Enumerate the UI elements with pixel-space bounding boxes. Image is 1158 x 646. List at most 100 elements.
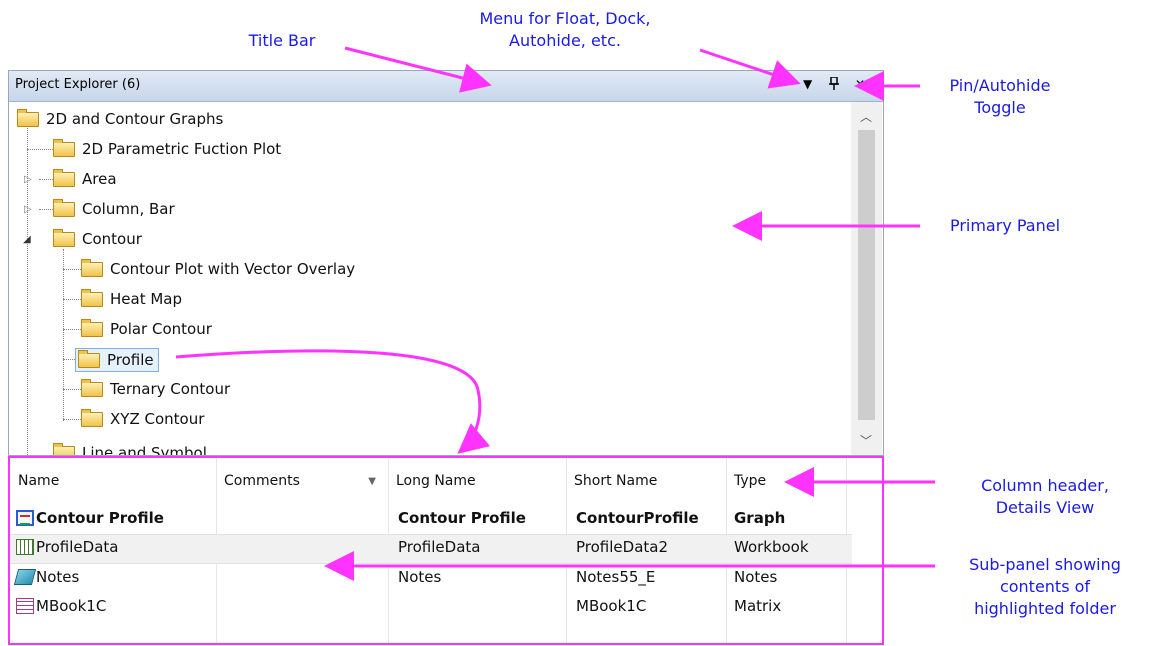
pin-annotation: Pin/Autohide Toggle <box>930 75 1070 119</box>
expand-arrow-icon[interactable]: ▷ <box>24 204 32 215</box>
tree-item-root[interactable]: 2D and Contour Graphs <box>17 106 223 132</box>
scroll-down-icon[interactable]: ﹀ <box>860 432 872 449</box>
menu-annotation: Menu for Float, Dock, Autohide, etc. <box>420 8 710 52</box>
column-header-type[interactable]: Type <box>726 458 846 504</box>
tree-item[interactable]: Column, Bar <box>53 196 175 222</box>
tree-connector-line <box>63 419 81 420</box>
tree-item-label: Polar Contour <box>110 320 212 338</box>
cell-type: Graph <box>734 509 786 527</box>
vertical-scrollbar[interactable]: ︿ ﹀ <box>851 102 882 455</box>
table-row[interactable]: Notes <box>13 568 80 586</box>
table-row[interactable]: MBook1C <box>16 597 106 615</box>
graph-icon <box>16 510 34 526</box>
tree-connector-line <box>63 249 64 421</box>
tree-item-label: 2D Parametric Fuction Plot <box>82 140 282 158</box>
details-subpanel: Name Comments ▼ Long Name Short Name Typ… <box>8 456 884 645</box>
cell-name: ProfileData <box>36 538 119 556</box>
cell-long-name: ProfileData <box>398 538 481 556</box>
notes-icon <box>13 569 37 585</box>
folder-icon <box>81 318 103 337</box>
tree-connector-line <box>63 389 81 390</box>
column-header-long-name[interactable]: Long Name <box>388 458 566 504</box>
folder-icon <box>53 198 75 217</box>
cell-type: Notes <box>734 568 778 586</box>
tree-item-label: 2D and Contour Graphs <box>46 110 224 128</box>
menu-annotation-line1: Menu for Float, Dock, <box>479 9 651 28</box>
tree-connector-line <box>39 209 53 210</box>
window-title: Project Explorer (6) <box>15 77 141 92</box>
tree-item[interactable]: Line and Symbol <box>53 440 207 455</box>
column-header-name[interactable]: Name <box>10 458 216 504</box>
tree-item-label: Contour Plot with Vector Overlay <box>110 260 356 278</box>
close-icon[interactable]: ✕ <box>855 77 865 91</box>
primary-panel-tree: 2D and Contour Graphs 2D Parametric Fuct… <box>9 102 851 455</box>
tree-connector-line <box>27 149 53 150</box>
tree-item[interactable]: Area <box>53 166 117 192</box>
tree-item-label: Contour <box>82 230 142 248</box>
dropdown-arrow-icon[interactable]: ▼ <box>368 476 376 487</box>
cell-type: Workbook <box>734 538 809 556</box>
tree-item[interactable]: Contour Plot with Vector Overlay <box>81 256 355 282</box>
scroll-up-icon[interactable]: ︿ <box>860 108 872 125</box>
folder-icon <box>81 408 103 427</box>
tree-connector-line <box>63 329 81 330</box>
collapse-arrow-icon[interactable]: ◢ <box>23 234 31 245</box>
tree-item[interactable]: Polar Contour <box>81 316 212 342</box>
cell-long-name: Contour Profile <box>398 509 526 527</box>
tree-item-label: Profile <box>107 351 154 369</box>
folder-icon <box>53 168 75 187</box>
matrix-icon <box>16 598 34 614</box>
subpanel-annotation-line3: highlighted folder <box>974 599 1116 618</box>
cell-name: Notes <box>36 568 80 586</box>
column-header-annotation-line1: Column header, <box>981 476 1109 495</box>
tree-item[interactable]: Heat Map <box>81 286 182 312</box>
table-row[interactable]: ProfileData <box>16 538 118 556</box>
cell-short-name: ProfileData2 <box>576 538 668 556</box>
cell-name: MBook1C <box>36 597 107 615</box>
cell-short-name: Notes55_E <box>576 568 656 586</box>
column-header-annotation: Column header, Details View <box>940 475 1150 519</box>
cell-short-name: MBook1C <box>576 597 647 615</box>
expand-arrow-icon[interactable]: ▷ <box>24 174 32 185</box>
open-folder-icon <box>78 349 100 368</box>
column-header-short-name[interactable]: Short Name <box>566 458 726 504</box>
title-bar-annotation: Title Bar <box>248 31 316 50</box>
tree-item[interactable]: 2D Parametric Fuction Plot <box>53 136 281 162</box>
title-bar[interactable]: Project Explorer (6) ▼ ✕ <box>9 71 883 102</box>
column-header-comments[interactable]: Comments ▼ <box>216 458 388 504</box>
subpanel-annotation: Sub-panel showing contents of highlighte… <box>940 554 1150 620</box>
folder-icon <box>53 442 75 455</box>
tree-connector-line <box>39 179 53 180</box>
workbook-icon <box>16 539 34 555</box>
tree-item-label: Column, Bar <box>82 200 175 218</box>
tree-item-selected[interactable]: Profile <box>75 348 159 372</box>
menu-annotation-line2: Autohide, etc. <box>509 31 621 50</box>
folder-icon <box>53 228 75 247</box>
column-header-annotation-line2: Details View <box>995 498 1095 517</box>
pin-annotation-line2: Toggle <box>974 98 1026 117</box>
tree-item[interactable]: Contour <box>53 226 142 252</box>
column-header-label: Comments <box>224 473 300 489</box>
cell-name: Contour Profile <box>36 509 164 527</box>
tree-item[interactable]: XYZ Contour <box>81 406 204 432</box>
project-explorer-window: Project Explorer (6) ▼ ✕ 2D and Contour … <box>8 70 884 456</box>
primary-panel-annotation: Primary Panel <box>949 216 1061 235</box>
tree-item-label: Ternary Contour <box>110 380 231 398</box>
tree-item-label: Line and Symbol <box>82 444 207 455</box>
pin-annotation-line1: Pin/Autohide <box>949 76 1051 95</box>
subpanel-annotation-line1: Sub-panel showing <box>969 555 1121 574</box>
cell-type: Matrix <box>734 597 782 615</box>
folder-icon <box>81 378 103 397</box>
table-row[interactable]: Contour Profile <box>16 509 164 527</box>
cell-long-name: Notes <box>398 568 442 586</box>
tree-item-label: Heat Map <box>110 290 183 308</box>
tree-item[interactable]: Ternary Contour <box>81 376 230 402</box>
tree-connector-line <box>63 269 81 270</box>
scrollbar-thumb[interactable] <box>858 130 875 420</box>
folder-icon <box>53 138 75 157</box>
tree-connector-line <box>27 119 28 455</box>
subpanel-annotation-line2: contents of <box>999 577 1091 596</box>
pin-icon[interactable] <box>829 76 839 93</box>
dropdown-triangle-icon[interactable]: ▼ <box>803 77 812 91</box>
tree-item-label: XYZ Contour <box>110 410 205 428</box>
